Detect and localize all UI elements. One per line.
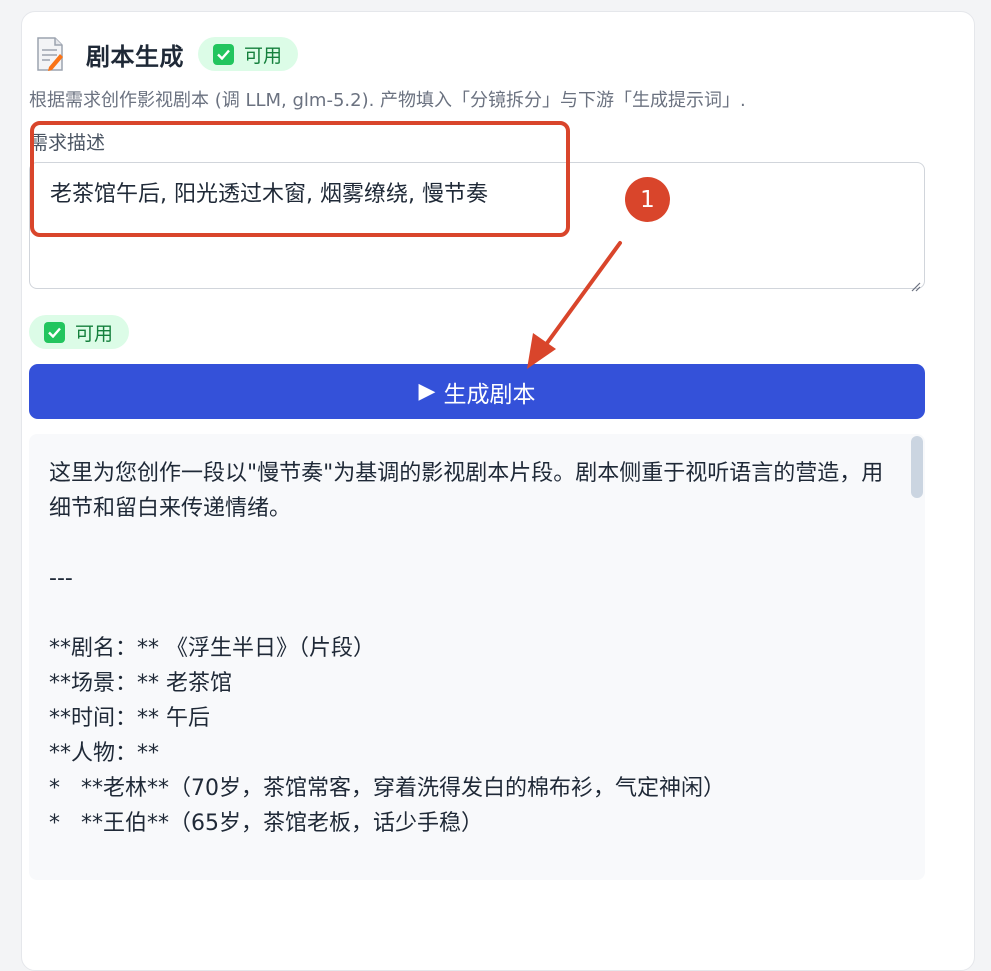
output-scrollbar[interactable]	[911, 436, 923, 498]
resize-handle-icon[interactable]	[909, 273, 921, 292]
annotation-step-marker: 1	[625, 177, 670, 222]
card-description: 根据需求创作影视剧本 (调 LLM, glm-5.2). 产物填入「分镜拆分」与…	[29, 90, 746, 111]
card-header: 剧本生成 可用	[36, 34, 299, 74]
document-edit-icon	[36, 37, 64, 71]
check-icon	[44, 321, 65, 343]
requirement-textarea[interactable]: 老茶馆午后, 阳光透过木窗, 烟雾缭绕, 慢节奏	[29, 162, 925, 292]
card-title: 剧本生成	[86, 42, 184, 71]
script-output-panel[interactable]: 这里为您创作一段以"慢节奏"为基调的影视剧本片段。剧本侧重于视听语言的营造，用细…	[29, 434, 925, 880]
generate-script-button[interactable]: ▶ 生成剧本	[29, 364, 925, 419]
requirement-textarea-value: 老茶馆午后, 阳光透过木窗, 烟雾缭绕, 慢节奏	[50, 182, 488, 207]
status-badge: 可用	[198, 37, 299, 71]
generate-script-button-label: 生成剧本	[443, 381, 536, 408]
status-badge-secondary: 可用	[29, 315, 130, 349]
status-badge-secondary-label: 可用	[75, 322, 114, 345]
status-badge-label: 可用	[244, 44, 283, 67]
play-icon: ▶	[418, 379, 436, 404]
check-icon	[213, 43, 234, 65]
requirement-label: 需求描述	[29, 132, 106, 154]
script-output-text: 这里为您创作一段以"慢节奏"为基调的影视剧本片段。剧本侧重于视听语言的营造，用细…	[49, 461, 884, 836]
